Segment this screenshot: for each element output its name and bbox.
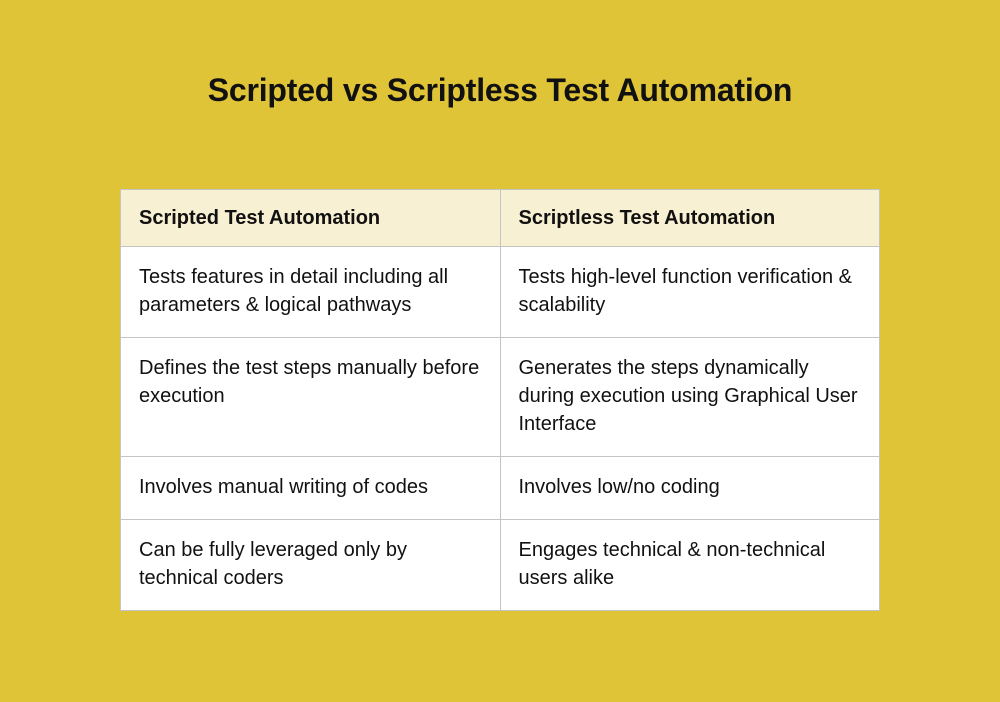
table-header-row: Scripted Test Automation Scriptless Test…: [121, 190, 880, 247]
page-title: Scripted vs Scriptless Test Automation: [208, 72, 793, 109]
column-header-scripted: Scripted Test Automation: [121, 190, 501, 247]
cell-scriptless: Generates the steps dynamically during e…: [500, 338, 880, 457]
comparison-table: Scripted Test Automation Scriptless Test…: [120, 189, 880, 611]
cell-scriptless: Involves low/no coding: [500, 457, 880, 520]
table-row: Can be fully leveraged only by technical…: [121, 520, 880, 611]
table-row: Defines the test steps manually before e…: [121, 338, 880, 457]
table-row: Tests features in detail including all p…: [121, 247, 880, 338]
cell-scripted: Tests features in detail including all p…: [121, 247, 501, 338]
cell-scripted: Defines the test steps manually before e…: [121, 338, 501, 457]
cell-scripted: Can be fully leveraged only by technical…: [121, 520, 501, 611]
cell-scriptless: Engages technical & non-technical users …: [500, 520, 880, 611]
cell-scriptless: Tests high-level function verification &…: [500, 247, 880, 338]
cell-scripted: Involves manual writing of codes: [121, 457, 501, 520]
column-header-scriptless: Scriptless Test Automation: [500, 190, 880, 247]
table-row: Involves manual writing of codes Involve…: [121, 457, 880, 520]
